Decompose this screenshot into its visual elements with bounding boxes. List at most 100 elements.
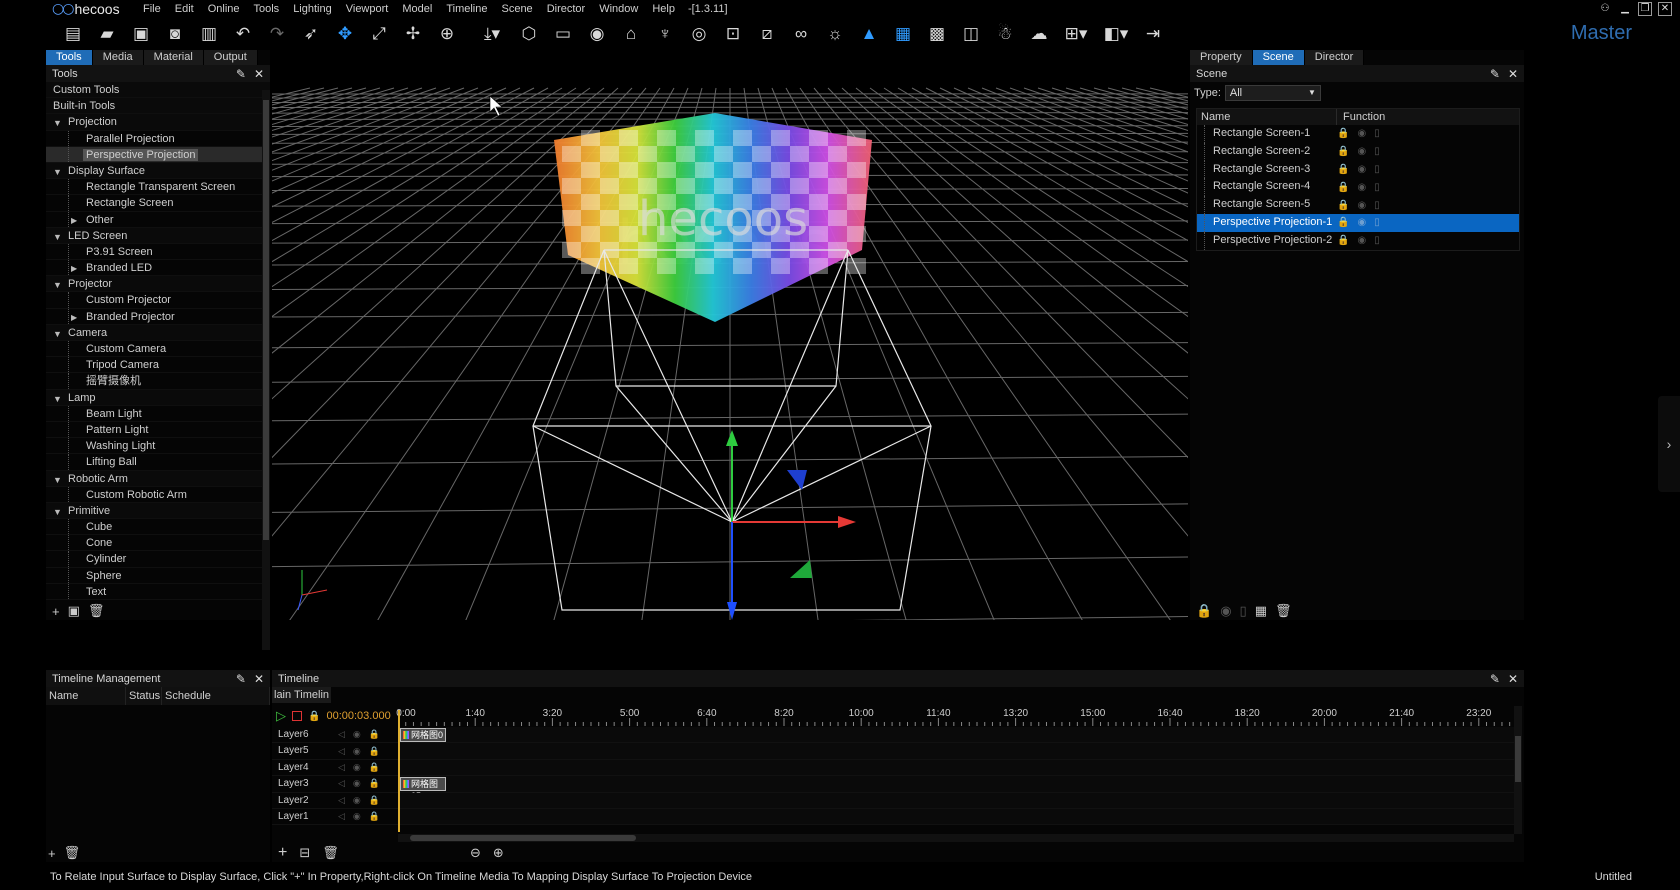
layer-track[interactable] [398,759,1514,776]
exit-icon[interactable]: ⇥ [1136,20,1170,48]
trash-icon[interactable]: ▯ [1240,603,1247,619]
expand-triangle-icon[interactable]: ▼ [53,164,62,180]
eye-icon[interactable]: ◉ [353,795,361,806]
layers-icon[interactable]: ◫ [954,20,988,48]
tab-property[interactable]: Property [1190,50,1253,65]
trash-icon[interactable]: ▯ [1374,125,1380,142]
chevron-right-icon[interactable]: › [1658,396,1680,492]
col-name[interactable]: Name [46,687,126,705]
menu-model[interactable]: Model [395,0,439,18]
menu-scene[interactable]: Scene [494,0,539,18]
eye-icon[interactable]: ◉ [1357,143,1366,160]
timeline-layer-row[interactable]: Layer3 ◁ ◉ 🔒 网格图05 [272,776,1514,801]
tree-item[interactable]: Text [46,583,270,600]
3d-viewport[interactable]: hecoos hecoos [272,50,1188,620]
timeline-vscroll-thumb[interactable] [1515,736,1521,782]
tree-item[interactable]: Washing Light [46,438,270,455]
lock-icon[interactable]: 🔒 [369,795,380,806]
tree-item[interactable]: ▶ Branded LED [46,260,270,277]
pin-icon[interactable]: ✎ [1490,68,1500,80]
delete-icon[interactable]: 🗑 [322,845,339,861]
col-function[interactable]: Function [1337,109,1385,125]
lock-icon[interactable]: 🔒 [1337,125,1349,142]
tree-item[interactable]: Rectangle Screen [46,195,270,212]
trash-icon[interactable]: ▯ [1374,179,1380,196]
menu-lighting[interactable]: Lighting [286,0,339,18]
tree-item[interactable]: Rectangle Transparent Screen [46,179,270,196]
tree-item[interactable]: Custom Camera [46,341,270,358]
grid-icon[interactable]: ▦ [886,20,920,48]
tree-item[interactable]: Perspective Projection [46,146,270,163]
tree-item[interactable]: Cube [46,519,270,536]
rocket-icon[interactable]: ▲ [852,20,886,48]
tree-item[interactable]: Custom Projector [46,292,270,309]
tree-item[interactable]: Custom Robotic Arm [46,486,270,503]
tree-item[interactable]: Sphere [46,567,270,584]
timeline-layer-row[interactable]: Layer4 ◁ ◉ 🔒 [272,759,1514,777]
scene-row[interactable]: Rectangle Screen-3 🔒 ◉ ▯ [1197,160,1519,179]
expand-triangle-icon[interactable]: ▼ [53,504,62,520]
eye-icon[interactable]: ◉ [1357,125,1366,142]
menu-timeline[interactable]: Timeline [439,0,494,18]
menu-window[interactable]: Window [592,0,645,18]
lock-icon[interactable]: 🔒 [1337,232,1349,249]
close-icon[interactable]: ✕ [254,68,264,80]
clipboard-icon[interactable]: ▥ [192,20,226,48]
lock-icon[interactable]: 🔒 [1337,161,1349,178]
expand-triangle-icon[interactable]: ▶ [71,310,77,326]
layer-track[interactable]: 网格图05 [398,776,1514,801]
transform-gizmo[interactable] [726,430,856,620]
eye-icon[interactable]: ◉ [1357,161,1366,178]
stop-icon[interactable] [292,711,302,721]
lock-icon[interactable]: 🔒 [1337,214,1349,231]
tree-item[interactable]: P3.91 Screen [46,243,270,261]
timeline-layer-row[interactable]: Layer5 ◁ ◉ 🔒 [272,743,1514,760]
delete-icon[interactable]: 🗑 [88,603,105,619]
tree-item[interactable]: 摇臂摄像机 [46,373,270,390]
add-icon[interactable]: + [52,604,60,619]
tab-output[interactable]: Output [203,50,258,65]
undo-icon[interactable]: ↶ [226,20,260,48]
media-clip[interactable]: 网格图05 [400,777,446,801]
menu-viewport[interactable]: Viewport [339,0,396,18]
add-icon[interactable]: + [48,846,56,861]
expand-triangle-icon[interactable]: ▼ [53,229,62,245]
close-icon[interactable]: ✕ [1508,673,1518,685]
rotate-icon[interactable]: ✢ [396,20,430,48]
minimize-button[interactable]: ▁ [1618,2,1632,16]
timeline-layer-row[interactable]: Layer2 ◁ ◉ 🔒 [272,792,1514,809]
eye-icon[interactable]: ◉ [580,20,614,48]
close-icon[interactable]: ✕ [1508,68,1518,80]
lock-icon[interactable]: 🔒 [369,762,380,773]
focus-icon[interactable]: ⊡ [716,20,750,48]
tree-item[interactable]: Pattern Light [46,421,270,439]
col-status[interactable]: Status [126,687,162,705]
eye-icon[interactable]: ◉ [1357,179,1366,196]
tree-item[interactable]: Cylinder [46,551,270,568]
eye-icon[interactable]: ◉ [353,778,361,789]
save-as-icon[interactable]: ◙ [158,20,192,48]
trash-icon[interactable]: ▯ [1374,161,1380,178]
eye-icon[interactable]: ◉ [353,762,361,773]
eye-icon[interactable]: ◉ [353,811,361,822]
lock-icon[interactable]: 🔒 [1337,143,1349,160]
expand-triangle-icon[interactable]: ▼ [53,115,62,131]
pin-icon[interactable]: ✎ [236,673,246,685]
sun-icon[interactable]: ☼ [818,20,852,48]
link-icon[interactable]: ∞ [784,20,818,48]
tab-tools[interactable]: Tools [46,50,93,65]
lamp-icon[interactable]: ♆ [648,20,682,48]
camera-icon[interactable]: ◎ [682,20,716,48]
layer-track[interactable] [398,792,1514,808]
zoom-out-icon[interactable]: ⊖ [470,845,481,861]
viewport-canvas[interactable]: hecoos hecoos [272,50,1188,620]
table-icon[interactable]: ▦ [1255,603,1267,619]
tree-category[interactable]: ▼ LED Screen [46,227,270,245]
tree-item[interactable]: ▶ Other [46,211,270,228]
timeline-layer-row[interactable]: Layer1 ◁ ◉ 🔒 [272,808,1514,826]
tree-item[interactable]: Parallel Projection [46,130,270,147]
tree-category[interactable]: ▼ Projection [46,114,270,131]
timeline-hscrollbar[interactable] [398,834,1514,842]
lock-icon[interactable]: 🔒 [1196,603,1212,619]
eye-icon[interactable]: ◉ [1357,197,1366,214]
